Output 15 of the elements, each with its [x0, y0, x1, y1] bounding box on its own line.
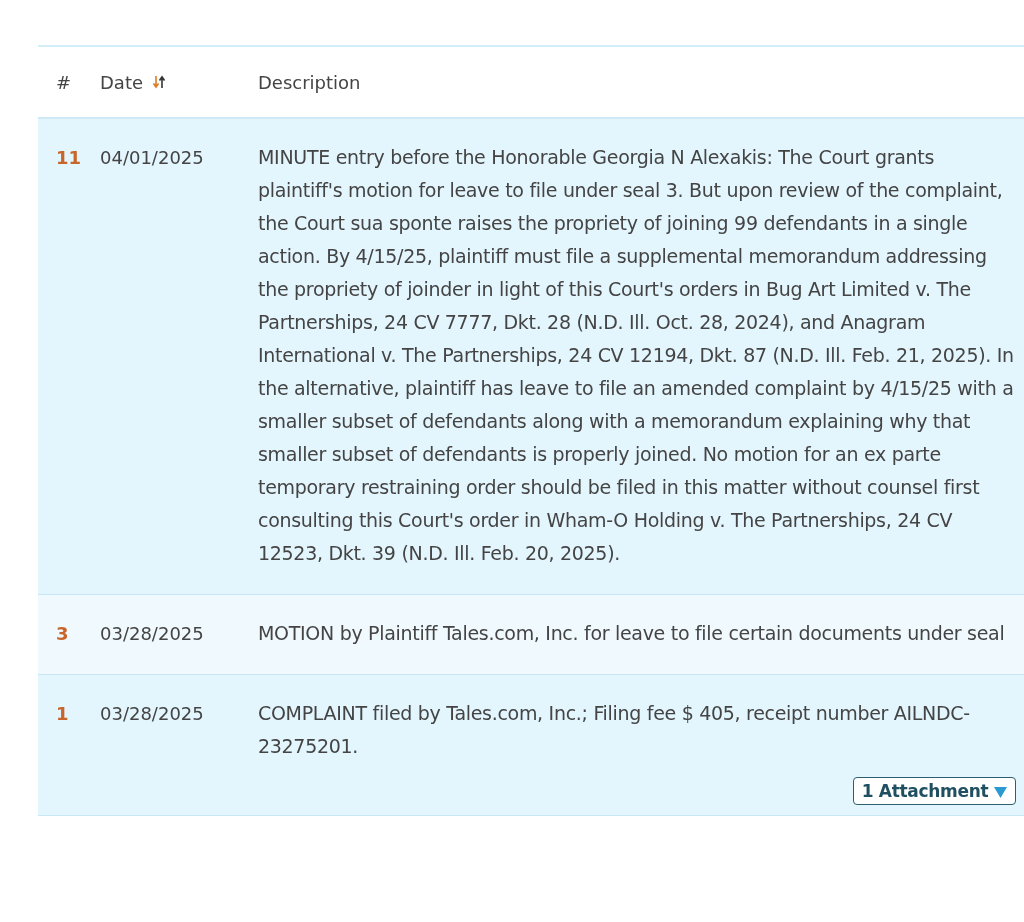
column-header: Description: [258, 71, 361, 93]
entry-number: 3: [56, 623, 69, 644]
date-cell: 03/28/2025: [100, 703, 204, 724]
date-cell: 04/01/2025: [100, 147, 204, 168]
date-cell: 03/28/2025: [100, 623, 204, 644]
description-text: MINUTE entry before the Honorable Georgia N Alexakis: The Court grants plaintiff's motion for leave to file under seal 3. But upon review of the complaint, the Court sua sponte raises the propriety of joining 99 defendants in a single action. By 4/15/25, plaintiff must file a supplemental memorandum addressing the propriety of joinder in light of this Court's orders in Bug Art Limited v. The Partnerships, 24 CV 7777, Dkt. 28 (N.D. Ill. Oct. 28, 2024), and Anagram International v. The Partnerships, 24 CV 12194, Dkt. 87 (N.D. Ill. Feb. 21, 2025). In the alternative, plaintiff has leave to file an amended complaint by 4/15/25 with a smaller subset of defendants along with a memorandum explaining why that smaller subset of defendants is properly joined. No motion for an ex parte temporary restraining order should be filed in this matter without counsel first consulting this Court's order in Wham-O Holding v. The Partnerships, 24 CV 12523, Dkt. 39 (N.D. Ill. Feb. 20, 2025).: [258, 145, 1015, 566]
description-text: COMPLAINT filed by Tales.com, Inc.; Filing fee $ 405, receipt number AILNDC-23275201.: [258, 701, 971, 759]
column-header: Date: [100, 71, 144, 93]
caret-down-icon: [994, 786, 1007, 798]
sort-icon[interactable]: [153, 75, 166, 89]
entry-number: 1: [56, 703, 69, 724]
column-header: #: [56, 71, 72, 93]
description-text: MOTION by Plaintiff Tales.com, Inc. for leave to file certain documents under seal: [258, 621, 1006, 646]
attachment-button[interactable]: 1 Attachment: [852, 777, 1016, 805]
entry-number: 11: [56, 147, 82, 168]
